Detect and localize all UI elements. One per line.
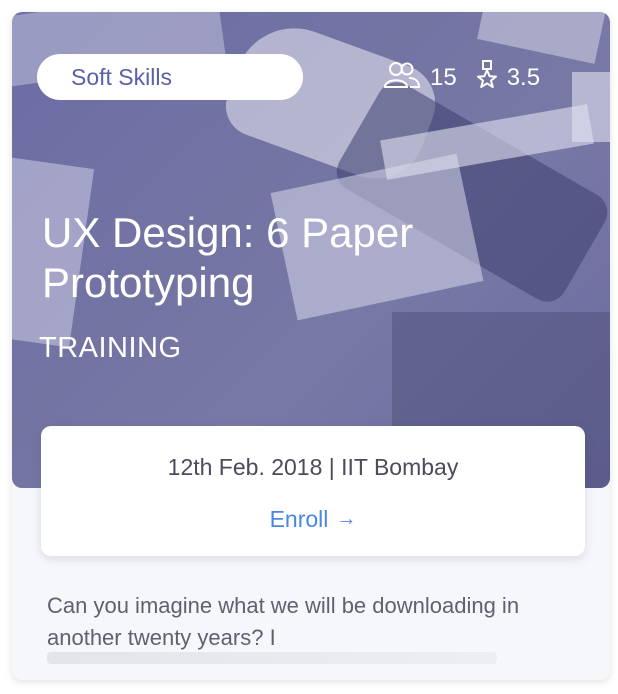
event-date-location: 12th Feb. 2018 | IIT Bombay: [167, 454, 459, 480]
course-stats: 15 3.5: [382, 59, 541, 97]
users-icon: [382, 61, 430, 96]
rating-value: 3.5: [506, 64, 541, 91]
description-truncated-fade: [47, 652, 497, 664]
participants-stat: 15: [382, 61, 457, 96]
course-description: Can you imagine what we will be download…: [47, 593, 520, 650]
category-badge[interactable]: Soft Skills: [37, 54, 303, 100]
award-star-icon: [475, 59, 507, 97]
enroll-label: Enroll: [269, 506, 329, 532]
course-card[interactable]: Soft Skills 15 3.5 UX Design: 6 Paper Pr…: [12, 12, 610, 680]
background-paper: [572, 72, 610, 142]
course-title: UX Design: 6 Paper Prototyping: [42, 209, 414, 306]
arrow-right-icon: →: [336, 508, 357, 530]
course-hero-image: Soft Skills 15 3.5 UX Design: 6 Paper Pr…: [12, 12, 610, 488]
event-info-box: 12th Feb. 2018 | IIT Bombay Enroll →: [41, 426, 585, 556]
category-label: Soft Skills: [71, 63, 172, 90]
participants-count: 15: [430, 64, 457, 91]
rating-stat: 3.5: [475, 59, 541, 97]
background-paper: [477, 12, 607, 64]
enroll-link[interactable]: Enroll →: [41, 506, 585, 533]
course-type: TRAINING: [39, 332, 182, 364]
